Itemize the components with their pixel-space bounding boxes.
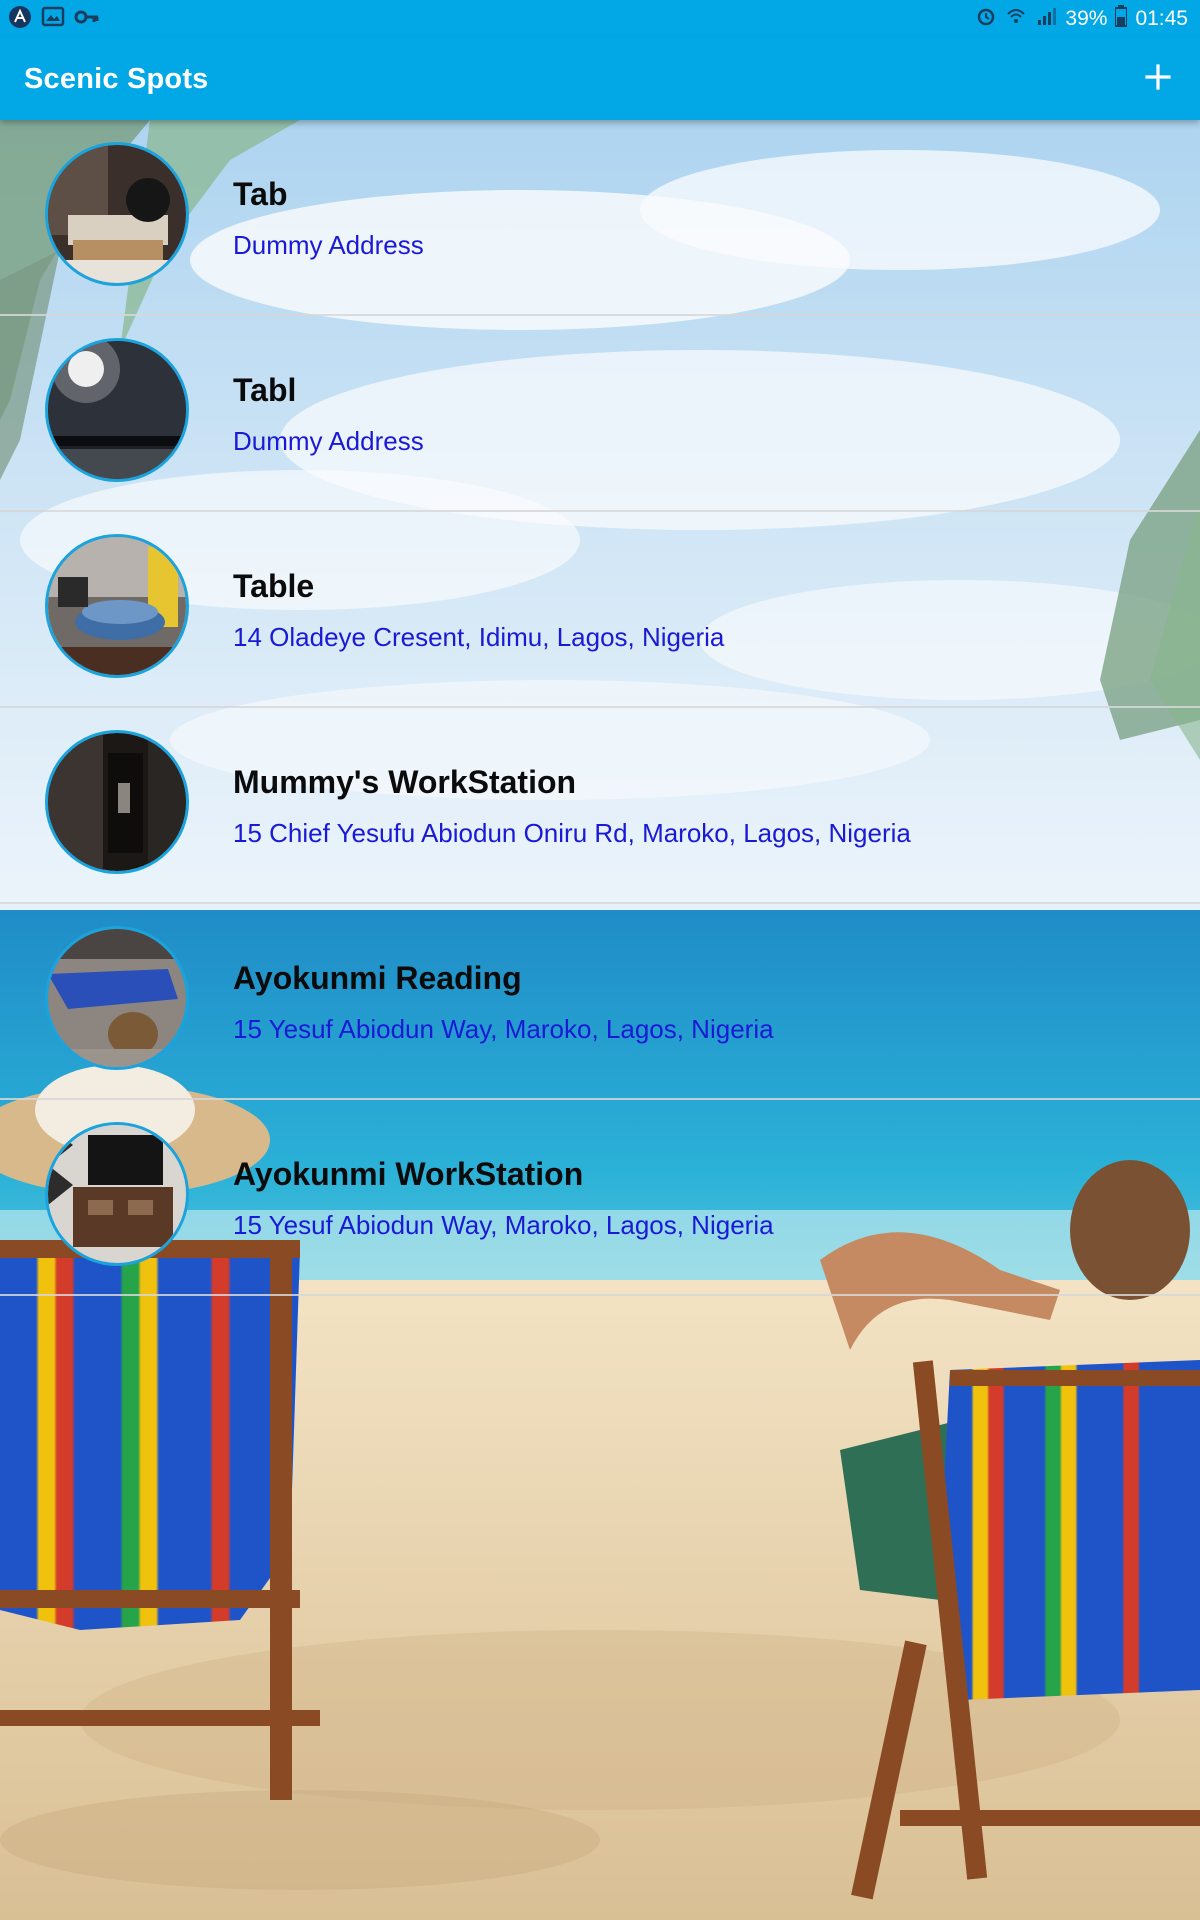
spot-address: 15 Yesuf Abiodun Way, Maroko, Lagos, Nig…	[233, 1014, 774, 1044]
spot-name: Ayokunmi Reading	[233, 960, 522, 996]
spot-address: 15 Yesuf Abiodun Way, Maroko, Lagos, Nig…	[233, 1210, 774, 1240]
spot-name: Ayokunmi WorkStation	[233, 1156, 584, 1192]
vpn-key-icon	[74, 6, 100, 33]
list-item[interactable]: Ayokunmi Reading 15 Yesuf Abiodun Way, M…	[0, 904, 1200, 1100]
add-spot-button[interactable]	[1136, 57, 1180, 101]
gallery-icon	[40, 6, 66, 33]
status-right-icons: 39% 01:45	[975, 5, 1188, 33]
alarm-icon	[975, 5, 997, 33]
spot-thumbnail	[45, 142, 189, 286]
list-item[interactable]: Ayokunmi WorkStation 15 Yesuf Abiodun Wa…	[0, 1100, 1200, 1296]
spot-address: 14 Oladeye Cresent, Idimu, Lagos, Nigeri…	[233, 622, 725, 652]
spot-name: Mummy's WorkStation	[233, 764, 577, 800]
spot-thumbnail	[45, 730, 189, 874]
status-time: 01:45	[1135, 7, 1188, 30]
spot-list: Tab Dummy Address Tabl Dummy Address Tab…	[0, 120, 1200, 1296]
signal-icon	[1035, 5, 1057, 33]
spot-name: Tab	[233, 176, 288, 212]
battery-percent: 39%	[1065, 7, 1108, 30]
wifi-icon	[1005, 5, 1027, 33]
spot-address: 15 Chief Yesufu Abiodun Oniru Rd, Maroko…	[233, 818, 911, 848]
plus-icon	[1144, 63, 1172, 96]
app-badge-icon	[8, 5, 32, 34]
spot-address: Dummy Address	[233, 230, 424, 260]
spot-name: Table	[233, 568, 315, 604]
spot-thumbnail	[45, 338, 189, 482]
list-item[interactable]: Tab Dummy Address	[0, 120, 1200, 316]
status-left-icons	[8, 5, 100, 34]
spot-name: Tabl	[233, 372, 297, 408]
app-bar: Scenic Spots	[0, 38, 1200, 120]
page-title: Scenic Spots	[24, 62, 209, 95]
spot-address: Dummy Address	[233, 426, 424, 456]
status-bar: 39% 01:45	[0, 0, 1200, 38]
spot-thumbnail	[45, 534, 189, 678]
list-item[interactable]: Table 14 Oladeye Cresent, Idimu, Lagos, …	[0, 512, 1200, 708]
list-item[interactable]: Mummy's WorkStation 15 Chief Yesufu Abio…	[0, 708, 1200, 904]
spot-thumbnail	[45, 926, 189, 1070]
list-item[interactable]: Tabl Dummy Address	[0, 316, 1200, 512]
battery-icon	[1114, 5, 1129, 33]
spot-thumbnail	[45, 1122, 189, 1266]
screen: 39% 01:45 Scenic Spots Tab Dummy Address…	[0, 0, 1200, 1920]
